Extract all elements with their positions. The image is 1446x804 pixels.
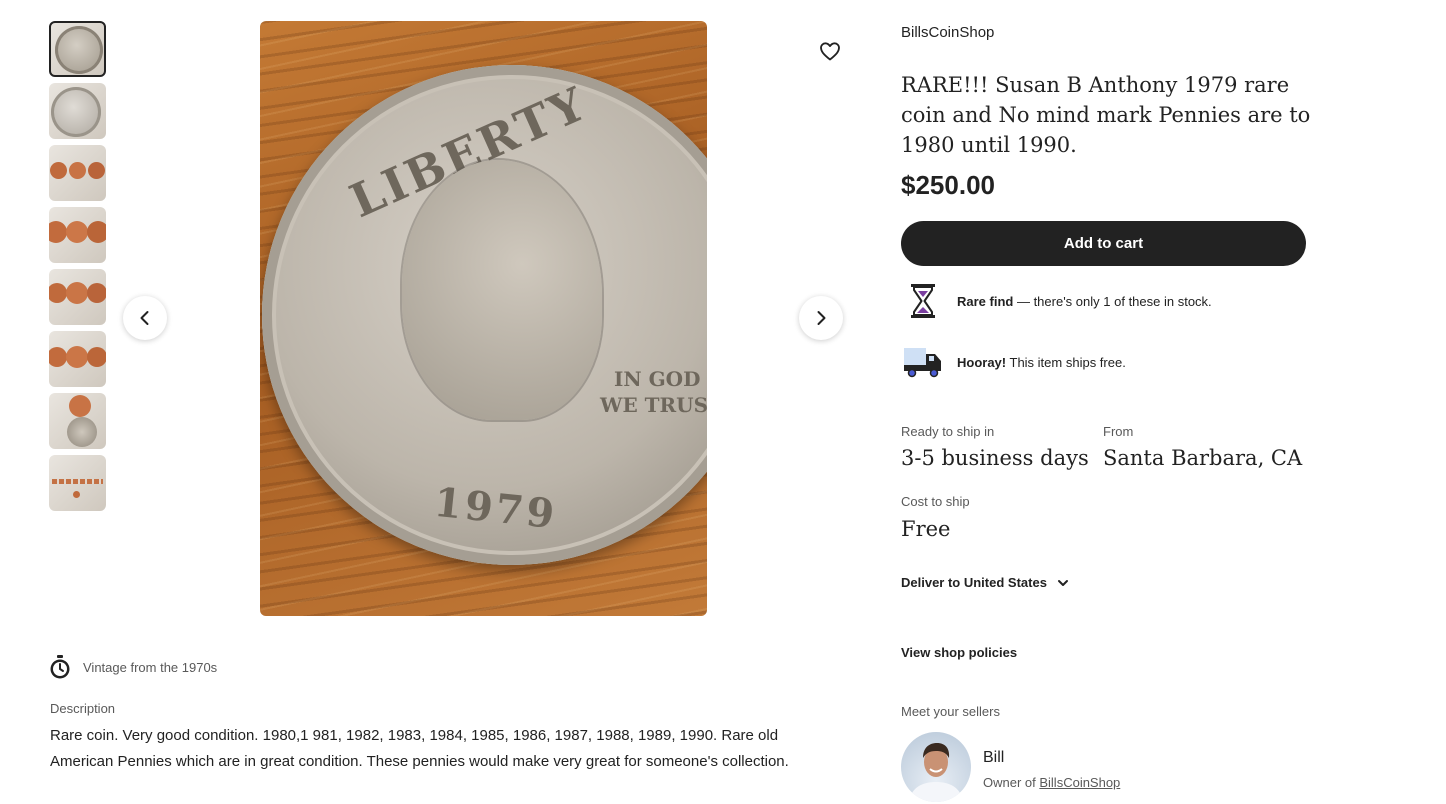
chevron-down-icon bbox=[1057, 579, 1068, 586]
add-to-cart-button[interactable]: Add to cart bbox=[901, 221, 1306, 266]
listing-title: RARE!!! Susan B Anthony 1979 rare coin a… bbox=[901, 73, 1311, 157]
ready-to-ship-value: 3-5 business days bbox=[901, 446, 1089, 470]
thumbnail-8[interactable] bbox=[49, 455, 106, 511]
ships-free-text: Hooray! This item ships free. bbox=[957, 355, 1126, 370]
coin-motto-line1: IN GOD bbox=[614, 367, 701, 391]
rare-find-count: 1 bbox=[1103, 293, 1111, 309]
ships-free-detail: This item ships free. bbox=[1006, 354, 1126, 370]
view-shop-policies-link[interactable]: View shop policies bbox=[901, 645, 1017, 660]
seller-owner-line: Owner of BillsCoinShop bbox=[983, 775, 1120, 790]
deliver-to-dropdown[interactable]: Deliver to United States bbox=[901, 575, 1069, 590]
rare-find-text-after: of these in stock. bbox=[1110, 293, 1212, 309]
main-listing-image[interactable]: LIBERTY IN GOD WE TRUST 1979 bbox=[260, 21, 707, 616]
coin-motto-line2: WE TRUST bbox=[600, 393, 707, 417]
vintage-badge: Vintage from the 1970s bbox=[49, 655, 217, 679]
seller-avatar[interactable] bbox=[901, 732, 971, 802]
ships-from-value: Santa Barbara, CA bbox=[1103, 446, 1303, 470]
thumbnail-1[interactable] bbox=[49, 21, 106, 77]
truck-icon bbox=[904, 348, 941, 378]
coin-image: LIBERTY IN GOD WE TRUST 1979 bbox=[262, 65, 707, 565]
heart-icon bbox=[820, 42, 840, 61]
listing-price: $250.00 bbox=[901, 170, 995, 200]
thumbnail-list bbox=[49, 21, 106, 517]
thumbnail-5[interactable] bbox=[49, 269, 106, 325]
vintage-text: Vintage from the 1970s bbox=[83, 659, 218, 675]
next-image-button[interactable] bbox=[799, 296, 843, 340]
cost-to-ship-value: Free bbox=[901, 517, 951, 541]
thumbnail-7[interactable] bbox=[49, 393, 106, 449]
free-shipping-badge: Hooray! This item ships free. bbox=[901, 346, 1126, 378]
ships-from-label: From bbox=[1103, 424, 1134, 439]
rare-find-text: Rare find — there's only 1 of these in s… bbox=[957, 294, 1212, 309]
description-label: Description bbox=[50, 701, 116, 716]
thumbnail-4[interactable] bbox=[49, 207, 106, 263]
description-text: Rare coin. Very good condition. 1980,1 9… bbox=[50, 727, 789, 770]
thumbnail-2[interactable] bbox=[49, 83, 106, 139]
meet-sellers-label: Meet your sellers bbox=[901, 704, 1000, 719]
chevron-right-icon bbox=[817, 311, 826, 325]
seller-photo bbox=[909, 743, 963, 802]
stopwatch-icon bbox=[50, 655, 70, 679]
rare-find-badge: Rare find — there's only 1 of these in s… bbox=[901, 283, 1212, 319]
thumbnail-3[interactable] bbox=[49, 145, 106, 201]
ships-free-bold: Hooray! bbox=[957, 354, 1007, 370]
ready-to-ship-label: Ready to ship in bbox=[901, 424, 995, 439]
coin-year: 1979 bbox=[431, 478, 560, 539]
hourglass-icon bbox=[911, 284, 935, 318]
previous-image-button[interactable] bbox=[123, 296, 167, 340]
owner-prefix: Owner of bbox=[983, 775, 1040, 790]
chevron-left-icon bbox=[140, 311, 149, 325]
thumbnail-6[interactable] bbox=[49, 331, 106, 387]
deliver-to-label: Deliver to United States bbox=[901, 575, 1047, 590]
favorite-button[interactable] bbox=[818, 39, 842, 63]
coin-portrait bbox=[402, 160, 602, 420]
seller-name: Bill bbox=[983, 749, 1005, 766]
rare-find-bold: Rare find bbox=[957, 293, 1014, 309]
cost-to-ship-label: Cost to ship bbox=[901, 494, 970, 509]
rare-find-text-before: — there's only bbox=[1013, 293, 1104, 309]
shop-name-link[interactable]: BillsCoinShop bbox=[901, 24, 994, 41]
owner-shop-link[interactable]: BillsCoinShop bbox=[1039, 775, 1120, 790]
